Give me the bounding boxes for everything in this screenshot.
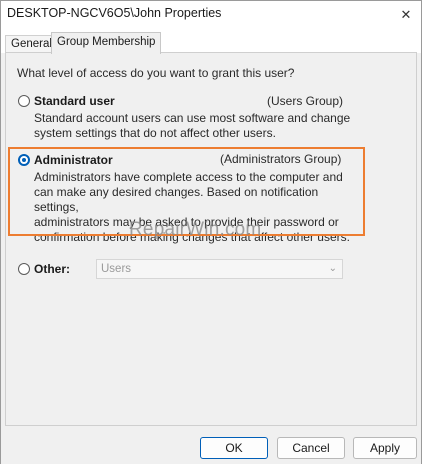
- watermark: RepairWin.com: [129, 219, 262, 240]
- description-line: can make any desired changes. Based on n…: [34, 185, 319, 214]
- standard-user-radio[interactable]: [18, 95, 30, 107]
- title-bar: DESKTOP-NGCV6O5\John Properties ✕: [1, 1, 421, 29]
- tab-group-membership[interactable]: Group Membership: [51, 32, 162, 54]
- description-line: Administrators have complete access to t…: [34, 170, 343, 184]
- apply-button[interactable]: Apply: [353, 437, 417, 459]
- description-line: system settings that do not affect other…: [34, 126, 276, 140]
- access-question: What level of access do you want to gran…: [17, 66, 295, 80]
- administrator-label[interactable]: Administrator: [34, 153, 113, 167]
- chevron-down-icon: ⌄: [328, 263, 337, 274]
- standard-user-label[interactable]: Standard user: [34, 94, 115, 108]
- administrator-group: (Administrators Group): [220, 152, 342, 166]
- close-button[interactable]: ✕: [391, 1, 421, 29]
- tab-strip: General Group Membership: [1, 29, 421, 54]
- standard-user-description: Standard account users can use most soft…: [34, 111, 354, 141]
- standard-user-group: (Users Group): [267, 94, 344, 108]
- description-line: Standard account users can use most soft…: [34, 111, 351, 125]
- other-label[interactable]: Other:: [34, 262, 70, 276]
- administrator-radio[interactable]: [18, 154, 30, 166]
- properties-dialog: DESKTOP-NGCV6O5\John Properties ✕ Genera…: [0, 0, 422, 464]
- ok-button[interactable]: OK: [200, 437, 268, 459]
- other-group-value: Users: [101, 263, 132, 275]
- other-radio[interactable]: [18, 263, 30, 275]
- close-icon: ✕: [400, 7, 412, 22]
- tab-general[interactable]: General: [5, 35, 58, 53]
- cancel-button[interactable]: Cancel: [277, 437, 345, 459]
- window-title: DESKTOP-NGCV6O5\John Properties: [7, 6, 222, 20]
- other-group-select[interactable]: Users ⌄: [96, 259, 343, 279]
